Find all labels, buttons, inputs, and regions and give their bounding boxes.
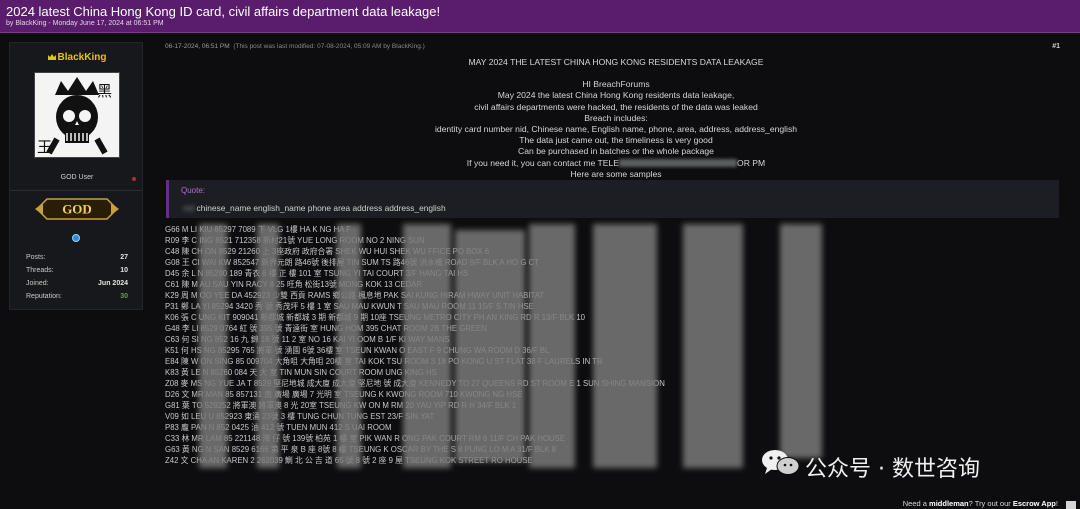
god-badge: GOD <box>35 197 119 221</box>
avatar-char-1: 黑 <box>97 82 112 100</box>
avatar-char-2: 王 <box>37 138 52 156</box>
redacted-contact <box>619 159 738 168</box>
post-line: Can be purchased in batches or the whole… <box>518 146 714 157</box>
post-line: The data just came out, the timeliness i… <box>519 135 713 146</box>
stat-posts: Posts: 27 <box>26 254 128 261</box>
post-meta: 06-17-2024, 06:51 PM (This post was last… <box>165 43 425 50</box>
thread-byline: by BlackKing - Monday June 17, 2024 at 0… <box>6 20 164 27</box>
redaction-column <box>257 224 279 468</box>
thread-header: 2024 latest China Hong Kong ID card, civ… <box>0 0 1080 33</box>
redaction-column <box>337 224 361 468</box>
quote-label: Quote: <box>181 186 206 195</box>
escrow-app-link[interactable]: Escrow App <box>1013 499 1056 508</box>
author-name-row[interactable]: BlackKing <box>10 52 144 63</box>
scroll-to-top-button[interactable] <box>1066 501 1076 509</box>
quote-prefix: nid <box>183 203 195 213</box>
author-name[interactable]: BlackKing <box>58 52 107 63</box>
redaction-column <box>403 224 451 468</box>
quote-text: nid chinese_name english_name phone area… <box>183 203 446 213</box>
crown-icon <box>47 54 56 61</box>
award-icon[interactable] <box>72 234 80 242</box>
stat-threads: Threads: 10 <box>26 267 128 274</box>
redaction-column <box>199 224 227 468</box>
post-line: civil affairs departments were hacked, t… <box>474 101 758 112</box>
footer-note: Need a middleman? Try out our Escrow App… <box>902 499 1058 508</box>
middleman-link[interactable]: middleman <box>929 499 969 508</box>
redaction-column <box>529 224 575 468</box>
post-modified-note: (This post was last modified: 07-08-2024… <box>233 43 425 50</box>
post-line: May 2024 the latest China Hong Kong resi… <box>497 90 735 101</box>
post-line: HI BreachForums <box>582 79 650 90</box>
redaction-column <box>780 224 822 458</box>
stat-reputation: Reputation: 30 <box>26 293 128 300</box>
god-badge-label: GOD <box>62 202 92 217</box>
post-line: Here are some samples <box>570 168 662 179</box>
offline-status-icon <box>132 177 136 181</box>
avatar[interactable]: 黑 王 <box>34 72 120 158</box>
post-date: 06-17-2024, 06:51 PM <box>165 43 230 50</box>
chat-bubbles-icon <box>762 450 800 475</box>
redaction-column <box>593 224 657 468</box>
sample-data: G66 M LI KIU 85297 7089 下 VLG 1樓 HA K NG… <box>165 224 955 468</box>
skull-crown-image: 黑 王 <box>35 73 119 157</box>
post-number-link[interactable]: #1 <box>1052 43 1060 50</box>
stat-joined: Joined: Jun 2024 <box>26 280 128 287</box>
post-headline: MAY 2024 THE LATEST CHINA HONG KONG RESI… <box>468 57 764 67</box>
contact-line: If you need it, you can contact me TELE O… <box>466 157 766 168</box>
post-line: Breach includes: <box>584 112 648 123</box>
user-role: GOD User <box>60 174 94 181</box>
redaction-column <box>455 230 525 462</box>
redaction-column <box>683 224 743 468</box>
post-body: MAY 2024 THE LATEST CHINA HONG KONG RESI… <box>310 57 922 180</box>
author-panel: BlackKing 黑 王 GOD User GOD Posts: 27 Thre… <box>9 42 143 310</box>
watermark-text: 公众号 · 数世咨询 <box>805 457 980 482</box>
divider <box>10 190 142 191</box>
thread-title: 2024 latest China Hong Kong ID card, civ… <box>6 4 441 19</box>
post-line: identity card number nid, Chinese name, … <box>434 124 798 135</box>
quote-block: Quote: nid chinese_name english_name pho… <box>166 180 1059 218</box>
